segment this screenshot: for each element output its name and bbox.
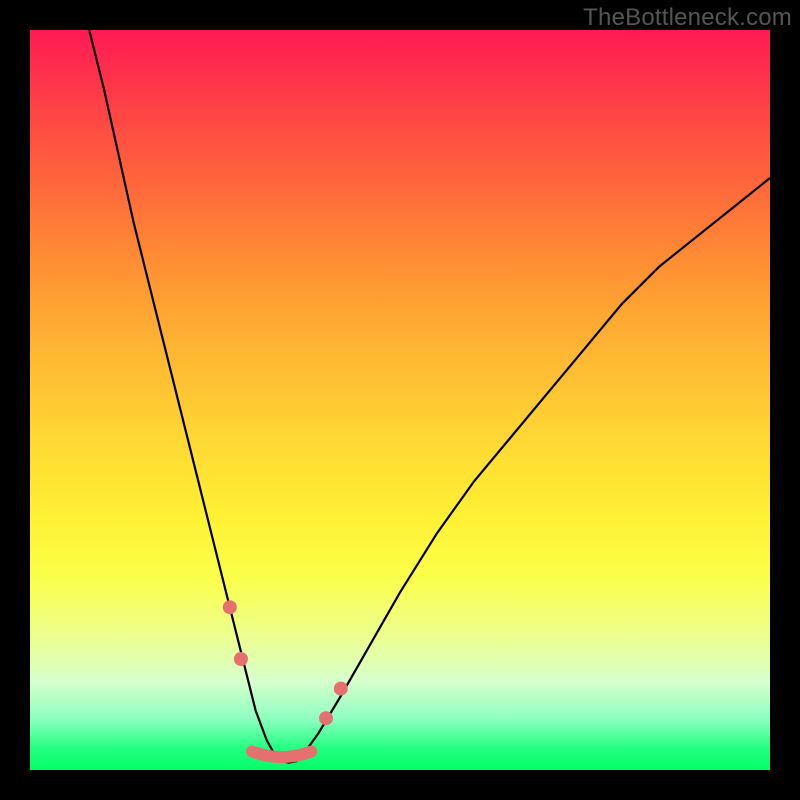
bottleneck-curve bbox=[89, 30, 770, 763]
marker-dot-3 bbox=[334, 682, 348, 696]
marker-dot-2 bbox=[319, 711, 333, 725]
marker-baseline bbox=[252, 752, 311, 758]
marker-dot-1 bbox=[234, 652, 248, 666]
marker-group bbox=[223, 600, 348, 757]
marker-dot-0 bbox=[223, 600, 237, 614]
watermark-text: TheBottleneck.com bbox=[583, 4, 792, 32]
chart-frame: TheBottleneck.com bbox=[0, 0, 800, 800]
plot-area bbox=[30, 30, 770, 770]
curve-svg bbox=[30, 30, 770, 770]
